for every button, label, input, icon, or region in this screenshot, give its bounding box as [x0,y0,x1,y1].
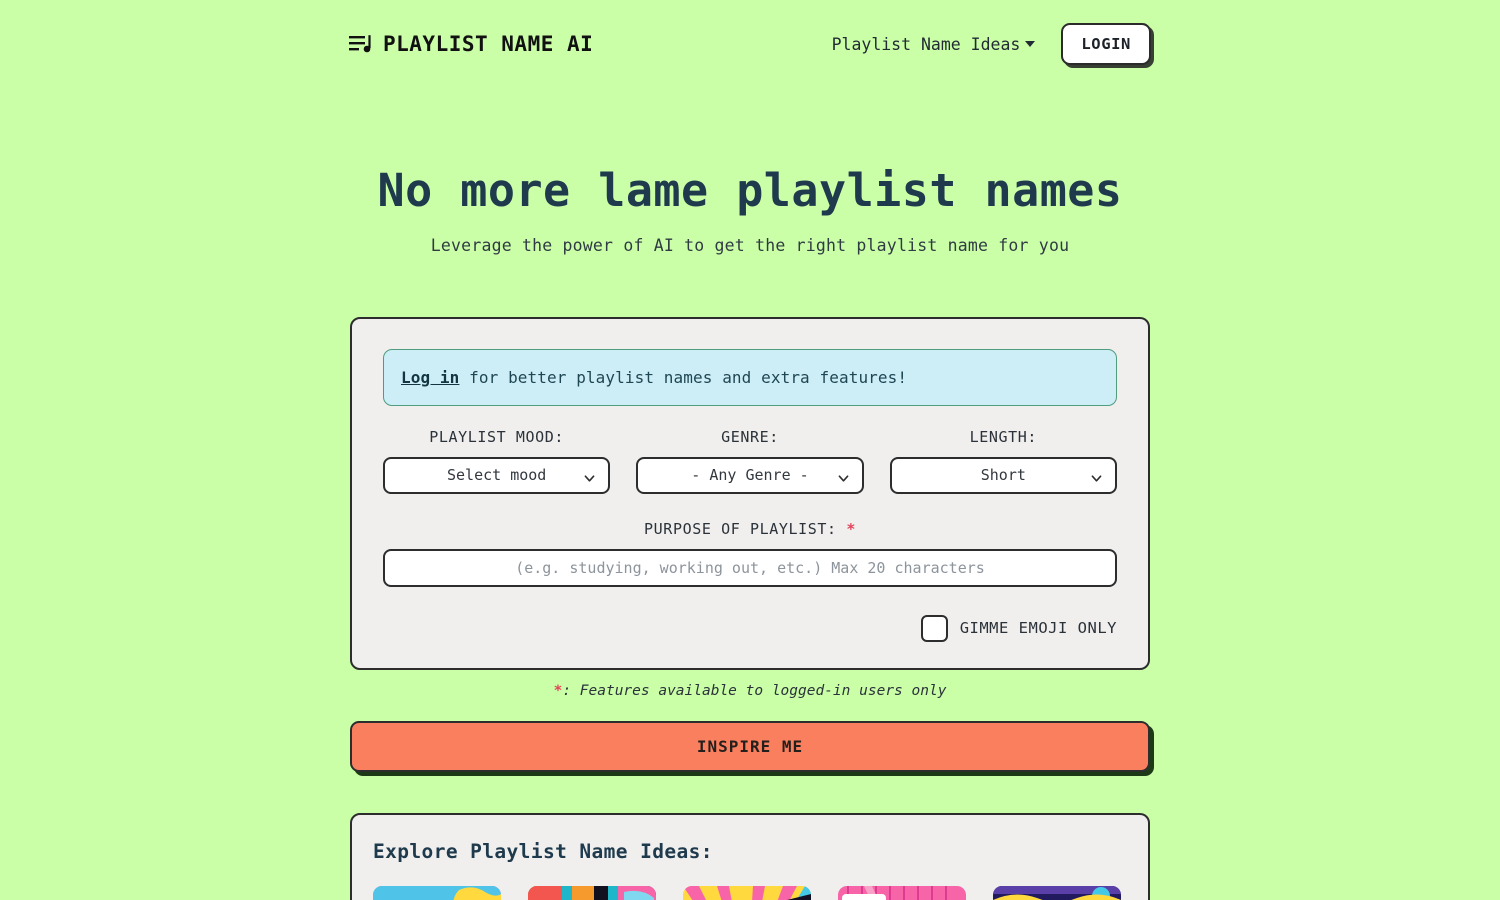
navbar-inner: PLAYLIST NAME AI Playlist Name Ideas LOG… [0,23,1500,65]
caret-down-icon [1025,41,1036,47]
thumbnail-starry-night[interactable] [993,885,1121,900]
gimme-emoji-only-label: GIMME EMOJI ONLY [959,619,1117,637]
logged-in-footnote: *: Features available to logged-in users… [350,683,1150,699]
thumbnail-crew-in-caps[interactable] [838,885,966,900]
content-wrapper: Log in for better playlist names and ext… [350,316,1150,900]
page-title: No more lame playlist names [377,164,1123,217]
top-navbar: PLAYLIST NAME AI Playlist Name Ideas LOG… [0,0,1500,88]
length-label: LENGTH: [969,427,1038,446]
playlist-mood-value: Select mood [446,466,547,484]
gimme-emoji-only-checkbox[interactable] [920,614,948,642]
selector-fields-row: PLAYLIST MOOD: Select mood GENRE: - Any … [383,428,1117,494]
length-select[interactable]: Short [889,456,1117,494]
inspire-me-button[interactable]: INSPIRE ME [350,720,1150,772]
alert-login-link[interactable]: Log in [401,368,459,387]
genre-value: - Any Genre - [691,466,809,484]
explore-ideas-card: Explore Playlist Name Ideas: [350,812,1150,900]
chevron-down-icon [584,470,595,482]
purpose-field: PURPOSE OF PLAYLIST: * [383,520,1117,587]
hero-subtitle: Leverage the power of AI to get the righ… [430,235,1070,255]
playlist-mood-label: PLAYLIST MOOD: [429,427,565,446]
login-button[interactable]: LOGIN [1061,23,1151,65]
brand-logo-link[interactable]: PLAYLIST NAME AI [349,32,593,56]
purpose-label-text: PURPOSE OF PLAYLIST: [644,519,837,538]
length-field: LENGTH: Short [889,427,1117,494]
hero-section: No more lame playlist names Leverage the… [0,166,1500,255]
thumbnail-color-panels[interactable] [528,885,656,900]
genre-select[interactable]: - Any Genre - [636,456,864,494]
purpose-input[interactable] [383,548,1117,587]
alert-text: for better playlist names and extra feat… [459,367,908,387]
thumbnail-pink-sky-dreamer[interactable] [373,885,501,900]
playlist-mood-field: PLAYLIST MOOD: Select mood [383,427,611,494]
login-promo-alert: Log in for better playlist names and ext… [383,348,1117,406]
genre-label: GENRE: [721,427,779,446]
required-asterisk: * [846,519,856,538]
navbar-right-group: Playlist Name Ideas LOGIN [832,23,1151,65]
brand-name: PLAYLIST NAME AI [383,32,594,56]
generator-form-card: Log in for better playlist names and ext… [350,316,1150,670]
nav-playlist-name-ideas[interactable]: Playlist Name Ideas [832,35,1036,54]
playlist-mood-select[interactable]: Select mood [383,456,611,494]
thumbnail-sunburst-rays[interactable] [683,885,811,900]
nav-link-label: Playlist Name Ideas [831,34,1021,54]
explore-thumbnail-row [373,885,1127,900]
chevron-down-icon [838,470,849,482]
length-value: Short [980,466,1026,484]
emoji-only-row: GIMME EMOJI ONLY [383,614,1117,642]
purpose-label: PURPOSE OF PLAYLIST: * [383,520,1117,538]
footnote-text: : Features available to logged-in users … [562,682,947,699]
genre-field: GENRE: - Any Genre - [636,427,864,494]
explore-ideas-title: Explore Playlist Name Ideas: [373,839,713,863]
playlist-music-note-icon [349,34,373,54]
chevron-down-icon [1091,470,1102,482]
footnote-asterisk: * [553,682,563,699]
